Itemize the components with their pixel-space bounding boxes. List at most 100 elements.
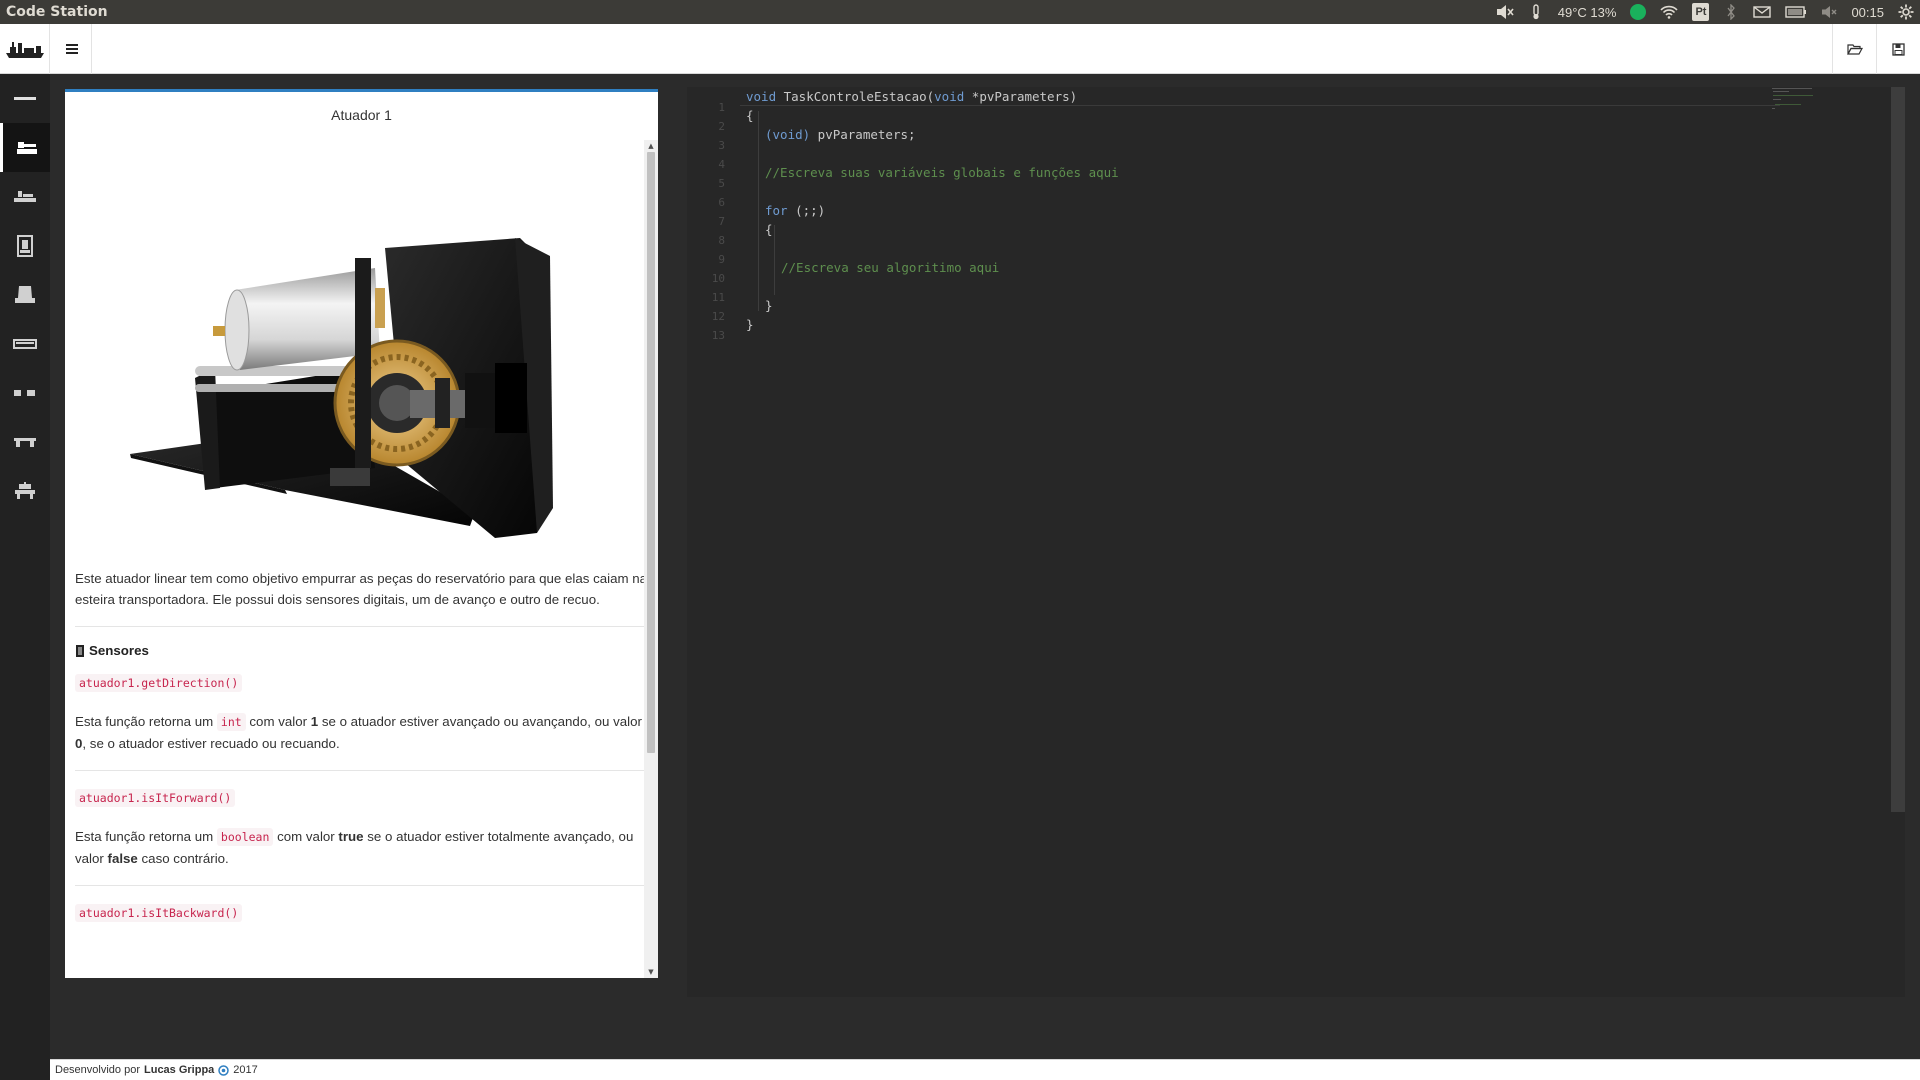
sidebar-item-station[interactable] <box>0 172 50 221</box>
folder-open-icon <box>1846 44 1863 55</box>
function-signature: atuador1.getDirection() <box>75 674 243 692</box>
window-title: Code Station <box>6 4 108 20</box>
sidebar-item-robot[interactable] <box>0 466 50 515</box>
chip-icon <box>76 644 84 657</box>
hamburger-icon <box>65 44 78 54</box>
doc-divider <box>75 885 648 886</box>
function-entry-isItBackward: atuador1.isItBackward() <box>75 902 648 922</box>
line-number: 5 <box>718 177 725 190</box>
sensors-heading: Sensores <box>75 643 648 658</box>
sidebar-item-actuator[interactable] <box>0 123 50 172</box>
keyboard-layout-indicator[interactable]: Pt <box>1692 3 1710 21</box>
sidebar-item-sensor[interactable] <box>0 368 50 417</box>
clock[interactable]: 00:15 <box>1851 5 1884 20</box>
function-signature: atuador1.isItForward() <box>75 789 236 807</box>
sidebar-item-bridge[interactable] <box>0 417 50 466</box>
minus-bar-icon <box>14 96 36 100</box>
value-true: true <box>338 829 364 844</box>
line-number: 13 <box>711 329 725 342</box>
line-number: 10 <box>711 272 725 285</box>
robot-icon <box>15 481 35 499</box>
line-number: 3 <box>718 139 725 152</box>
scroll-up-arrow-icon[interactable]: ▲ <box>644 141 658 151</box>
status-dot-icon[interactable] <box>1630 3 1647 21</box>
footer-year: 2017 <box>233 1064 258 1076</box>
temperature-readout: 49°C 13% <box>1557 4 1617 20</box>
function-description: Esta função retorna um boolean com valor… <box>75 828 634 866</box>
battery-icon[interactable] <box>1785 3 1807 21</box>
function-signature: atuador1.isItBackward() <box>75 904 243 922</box>
doc-scrollbar[interactable]: ▲ ▼ <box>644 140 658 978</box>
line-number: 2 <box>718 120 725 133</box>
gear-icon[interactable] <box>1898 3 1914 21</box>
code-line: } <box>765 298 773 313</box>
scroll-down-arrow-icon[interactable]: ▼ <box>644 967 658 977</box>
doc-divider <box>75 770 648 771</box>
mail-icon[interactable] <box>1753 3 1772 21</box>
doc-divider <box>75 626 648 627</box>
bridge-icon <box>14 437 36 447</box>
code-minimap[interactable] <box>1770 87 1830 127</box>
app-navbar <box>0 24 1920 74</box>
code-area[interactable]: void TaskControleEstacao(void *pvParamet… <box>740 87 1870 997</box>
line-number: 1 <box>718 101 725 114</box>
line-number: 12 <box>711 310 725 323</box>
editor-scrollbar[interactable] <box>1891 87 1905 812</box>
bluetooth-icon[interactable] <box>1723 3 1739 21</box>
code-line: { <box>746 108 754 123</box>
code-line: } <box>746 317 754 332</box>
github-icon[interactable] <box>218 1064 230 1076</box>
volume-muted-icon[interactable] <box>1496 3 1514 21</box>
type-boolean: boolean <box>216 828 274 846</box>
page-footer: Desenvolvido por Lucas Grippa 2017 <box>50 1059 1920 1080</box>
station-sidebar <box>0 74 50 1080</box>
sidebar-item-reservoir[interactable] <box>0 221 50 270</box>
footer-author[interactable]: Lucas Grippa <box>144 1064 214 1076</box>
actuator-doc-panel: Atuador 1 Este atuador linear tem como o… <box>65 89 658 978</box>
speaker-muted-icon[interactable] <box>1821 3 1837 21</box>
type-int: int <box>216 713 246 731</box>
function-entry-isItForward: atuador1.isItForward() <box>75 787 648 807</box>
sidebar-item-conveyor[interactable] <box>0 319 50 368</box>
ship-logo-icon <box>5 42 44 58</box>
indent-guide <box>758 111 759 311</box>
function-entry-getDirection: atuador1.getDirection() <box>75 672 648 692</box>
doc-description: Este atuador linear tem como objetivo em… <box>75 571 648 607</box>
code-line: for (;;) <box>765 203 826 218</box>
line-number-gutter: 1 2 3 4 5 6 7 8 9 10 11 12 13 <box>687 87 743 997</box>
stamp-icon <box>15 285 35 303</box>
system-top-bar: Code Station 49°C 13% Pt 00:15 <box>0 0 1920 24</box>
actuator-icon <box>16 141 37 154</box>
floppy-save-icon <box>1892 42 1905 56</box>
line-number: 8 <box>718 234 725 247</box>
indent-guide <box>774 225 775 295</box>
save-file-button[interactable] <box>1876 24 1920 74</box>
wifi-icon[interactable] <box>1660 3 1679 21</box>
code-line: { <box>765 222 773 237</box>
scrollbar-thumb[interactable] <box>647 152 655 753</box>
open-file-button[interactable] <box>1832 24 1876 74</box>
conveyor-icon <box>13 338 37 349</box>
menu-toggle-button[interactable] <box>52 24 92 74</box>
doc-title: Atuador 1 <box>331 107 392 123</box>
reservoir-icon <box>17 234 33 257</box>
sensors-heading-label: Sensores <box>89 643 149 658</box>
sidebar-item-collapse[interactable] <box>0 74 50 123</box>
code-line: //Escreva seu algoritimo aqui <box>781 260 1000 275</box>
line-number: 4 <box>718 158 725 171</box>
line-number: 11 <box>711 291 725 304</box>
station-icon <box>14 190 36 202</box>
value-false: false <box>107 851 138 866</box>
code-line: void TaskControleEstacao(void *pvParamet… <box>746 89 1078 104</box>
function-description: Esta função retorna um int com valor 1 s… <box>75 713 642 751</box>
code-line: (void) pvParameters; <box>765 127 916 142</box>
sensor-icon <box>14 389 35 396</box>
sidebar-item-stamp[interactable] <box>0 270 50 319</box>
app-logo[interactable] <box>0 24 50 74</box>
thermometer-icon[interactable] <box>1528 3 1544 21</box>
line-number: 7 <box>718 215 725 228</box>
doc-scroll-area[interactable]: Este atuador linear tem como objetivo em… <box>75 138 648 978</box>
code-editor[interactable]: 1 2 3 4 5 6 7 8 9 10 11 12 13 void TaskC… <box>687 87 1905 997</box>
line-number: 6 <box>718 196 725 209</box>
actuator-3d-image <box>75 138 648 568</box>
